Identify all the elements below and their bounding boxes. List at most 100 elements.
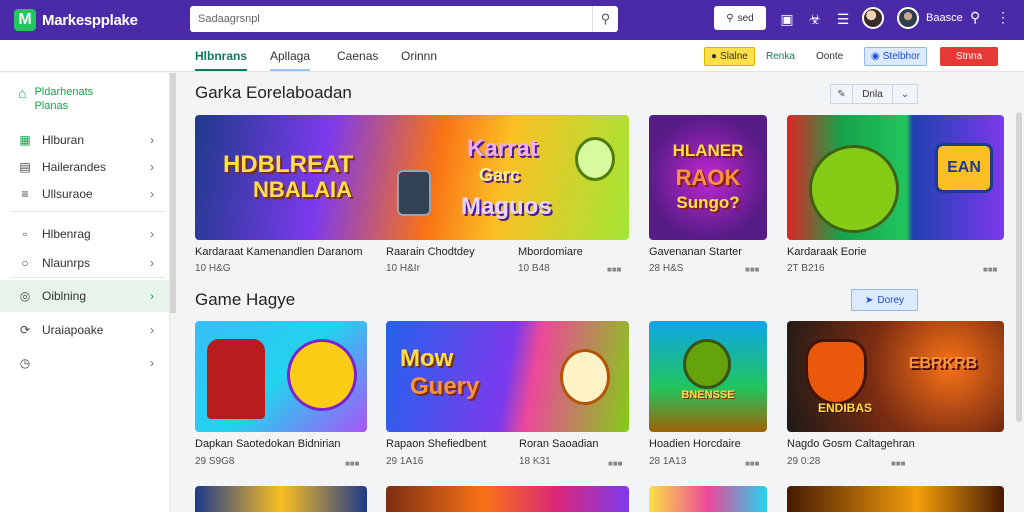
sidebar-item-hailerandes[interactable]: ▤ Hailerandes › (0, 152, 170, 182)
app-logo[interactable]: M Markespplake (14, 9, 182, 31)
sidebar-item-clock[interactable]: ◷ › (0, 348, 170, 378)
more-options-icon[interactable]: ■■■ (745, 459, 760, 468)
user-name[interactable]: Baasce (926, 12, 963, 24)
section-controls: ✎ Dnla ⌄ (830, 84, 918, 104)
renka-link[interactable]: Renka (760, 47, 801, 66)
game-meta: 18 K31 (519, 456, 551, 467)
game-meta: 29 1A16 (386, 456, 424, 467)
game-thumbnail[interactable]: EBRKRB ENDIBAS (787, 321, 1004, 432)
sidebar-item-hlbenrag[interactable]: ▫ Hlbenrag › (0, 219, 170, 249)
slalne-label: Slalne (720, 51, 748, 62)
sidebar-header-line2: Planas (34, 100, 69, 112)
sidebar-item-label: Hlburan (42, 133, 85, 147)
stelbhor-button[interactable]: ◉ Stelbhor (864, 47, 927, 66)
sidebar-item-label: Uraiapoake (42, 323, 104, 337)
sidebar-item-oiblning[interactable]: ◎ Oiblning › (0, 280, 170, 312)
badge-icon: ◉ (871, 51, 880, 62)
tab-apllaga[interactable]: Apllaga (270, 49, 311, 71)
more-options-icon[interactable]: ■■■ (607, 265, 622, 274)
more-options-icon[interactable]: ■■■ (983, 265, 998, 274)
game-meta: 28 H&S (649, 263, 684, 274)
more-icon[interactable]: ⋮ (996, 9, 1010, 26)
gift-icon[interactable]: ▣ (778, 9, 796, 29)
game-thumbnail[interactable] (787, 486, 1004, 512)
game-thumbnail[interactable] (195, 321, 367, 432)
main-scrollbar[interactable] (1016, 112, 1022, 422)
game-meta: 2T B216 (787, 263, 825, 274)
sort-dropdown-label[interactable]: Dnla (853, 85, 893, 103)
sidebar-item-uraiapoake[interactable]: ⟳ Uraiapoake › (0, 315, 170, 345)
search-icon[interactable]: ⚲ (970, 9, 980, 26)
chevron-right-icon: › (150, 256, 154, 270)
edit-icon[interactable]: ✎ (831, 85, 853, 103)
view-more-button[interactable]: ➤ Dorey (851, 289, 918, 311)
sidebar-header[interactable]: ⌂ Pldarhenats Planas (18, 85, 93, 113)
tab-hlbnrans[interactable]: Hlbnrans (195, 49, 248, 71)
settings-icon[interactable]: ☰ (834, 9, 852, 29)
game-card[interactable]: EAN Kardaraak Eorie 2T B216 ■■■ (787, 115, 1004, 275)
section-title-games: Game Hagye (195, 290, 296, 309)
game-title[interactable]: Kardaraak Eorie (787, 246, 867, 258)
search-button[interactable]: ⚲ sed (714, 6, 766, 30)
game-thumbnail[interactable]: Mow Guery (386, 321, 629, 432)
search-icon: ⚲ (726, 12, 734, 24)
sidebar-scrollbar[interactable] (170, 73, 176, 313)
character-illustration (805, 339, 867, 405)
share-icon[interactable]: ☣ (806, 9, 824, 29)
game-card[interactable]: EBRKRB ENDIBAS Nagdo Gosm Caltagehran 29… (787, 321, 1004, 471)
chevron-right-icon: › (150, 187, 154, 201)
more-options-icon[interactable]: ■■■ (745, 265, 760, 274)
game-card[interactable]: Mow Guery Rapaon Shefiedbent 29 1A16 Ror… (386, 321, 629, 471)
character-illustration (287, 339, 357, 411)
sidebar-header-line1: Pldarhenats (34, 86, 94, 98)
game-title[interactable]: Kardaraat Kamenandlen Daranom (195, 246, 363, 258)
view-more-label: Dorey (877, 294, 905, 306)
search-bar[interactable]: Sadaagrsnpl ⚲ (190, 6, 618, 32)
game-title[interactable]: Roran Saoadian (519, 438, 599, 450)
game-title[interactable]: Hoadien Horcdaire (649, 438, 741, 450)
game-card[interactable]: Dapkan Saotedokan Bidnirian 29 S9G8 ■■■ (195, 321, 367, 471)
chevron-right-icon: › (150, 227, 154, 241)
chevron-right-icon: › (150, 160, 154, 174)
sidebar-item-hlburan[interactable]: ▦ Hlburan › (0, 125, 170, 155)
game-title[interactable]: Rapaon Shefiedbent (386, 438, 486, 450)
sidebar-item-ullsuraoe[interactable]: ≡ Ullsuraoe › (0, 179, 170, 209)
thumbnail-art-text: EBRKRB (908, 355, 978, 372)
sidebar-item-nlaunrps[interactable]: ○ Nlaunrps › (0, 248, 170, 278)
avatar[interactable] (862, 7, 884, 29)
list-icon: ≡ (21, 187, 29, 201)
game-thumbnail[interactable] (195, 486, 367, 512)
tab-orinnn[interactable]: Orinnn (401, 49, 437, 63)
more-options-icon[interactable]: ■■■ (891, 459, 906, 468)
search-button-label: sed (737, 12, 754, 24)
clock-icon: ◷ (19, 356, 31, 370)
search-icon[interactable]: ⚲ (592, 6, 618, 32)
tab-caenas[interactable]: Caenas (337, 49, 378, 63)
game-thumbnail[interactable] (649, 486, 767, 512)
game-thumbnail[interactable] (386, 486, 629, 512)
stnna-button[interactable]: Stnna (940, 47, 998, 66)
game-card[interactable]: HDBLREAT NBALAIA Karrat Garc Maguos Kard… (195, 115, 629, 275)
game-thumbnail[interactable]: EAN (787, 115, 1004, 240)
game-title[interactable]: Nagdo Gosm Caltagehran (787, 438, 915, 450)
chevron-down-icon[interactable]: ⌄ (893, 85, 917, 103)
more-options-icon[interactable]: ■■■ (345, 459, 360, 468)
game-thumbnail[interactable]: HDBLREAT NBALAIA Karrat Garc Maguos (195, 115, 629, 240)
user-avatar[interactable] (897, 7, 919, 29)
game-thumbnail[interactable]: HLANER RAOK Sungo? (649, 115, 767, 240)
game-title[interactable]: Raarain Chodtdey (386, 246, 475, 258)
oonte-link[interactable]: Oonte (810, 47, 849, 66)
game-card[interactable]: HLANER RAOK Sungo? Gavenanan Starter 28 … (649, 115, 767, 275)
game-title[interactable]: Gavenanan Starter (649, 246, 742, 258)
game-title[interactable]: Dapkan Saotedokan Bidnirian (195, 438, 341, 450)
game-meta: 29 0:28 (787, 456, 821, 467)
game-thumbnail[interactable]: BNENSSE (649, 321, 767, 432)
sidebar-divider (10, 277, 165, 278)
game-card[interactable]: BNENSSE Hoadien Horcdaire 28 1A13 ■■■ (649, 321, 767, 471)
game-title[interactable]: Mbordomiare (518, 246, 583, 258)
section-title-featured: Garka Eorelaboadan (195, 83, 352, 102)
search-input[interactable]: Sadaagrsnpl (198, 13, 592, 25)
more-options-icon[interactable]: ■■■ (608, 459, 623, 468)
slalne-button[interactable]: ● Slalne (704, 47, 755, 66)
thumbnail-art-text: RAOK (675, 165, 741, 190)
